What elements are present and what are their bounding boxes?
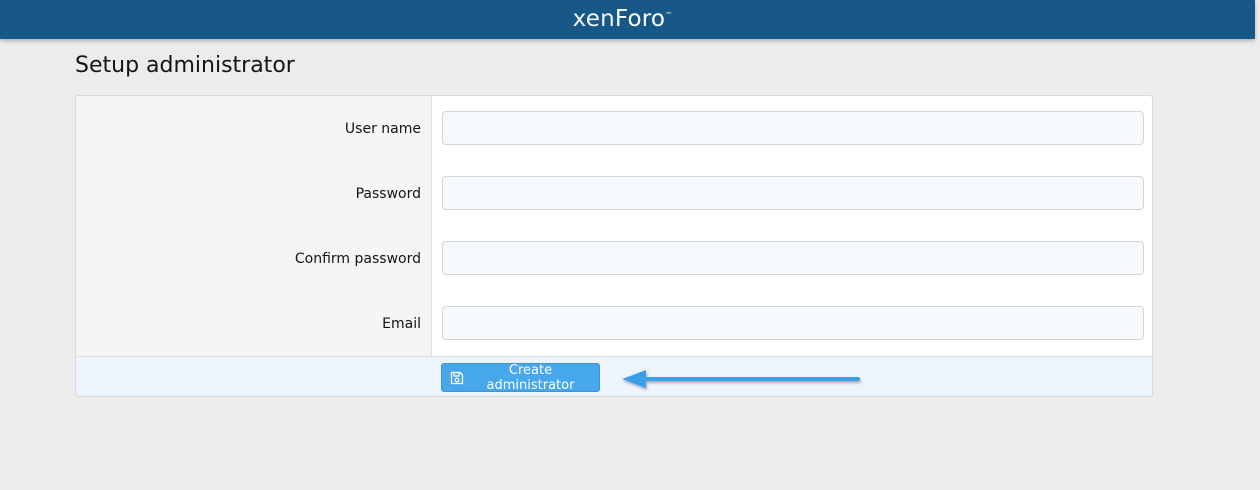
username-input[interactable] xyxy=(442,111,1144,145)
password-input[interactable] xyxy=(442,176,1144,210)
email-input[interactable] xyxy=(442,306,1144,340)
setup-admin-form: User name Password Confirm password Emai… xyxy=(75,95,1153,397)
form-row-confirm-password: Confirm password xyxy=(76,226,1152,291)
create-administrator-button[interactable]: Create administrator xyxy=(441,362,600,393)
form-submit-row: Create administrator xyxy=(76,356,1152,396)
form-row-password: Password xyxy=(76,161,1152,226)
create-administrator-label: Create administrator xyxy=(486,362,575,393)
confirm-password-label: Confirm password xyxy=(294,251,421,267)
email-label: Email xyxy=(382,316,421,332)
xenforo-logo[interactable]: xenForo™ xyxy=(573,6,673,32)
form-row-username: User name xyxy=(76,96,1152,161)
annotation-arrow xyxy=(622,370,860,388)
page-title: Setup administrator xyxy=(75,53,295,78)
save-icon xyxy=(450,371,464,385)
arrow-shape xyxy=(622,370,860,388)
username-label: User name xyxy=(344,121,421,137)
password-label: Password xyxy=(355,186,421,202)
form-row-email: Email xyxy=(76,291,1152,356)
confirm-password-input[interactable] xyxy=(442,241,1144,275)
app-header: xenForo™ xyxy=(0,0,1255,39)
form-body: User name Password Confirm password Emai… xyxy=(76,96,1152,357)
